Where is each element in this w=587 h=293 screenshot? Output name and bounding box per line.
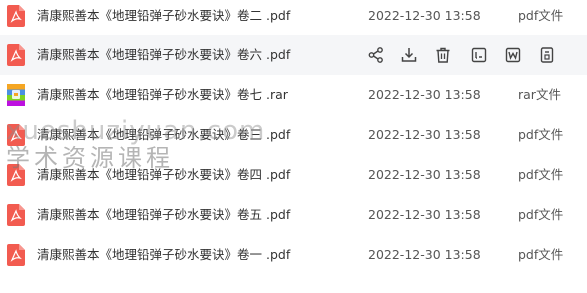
file-date: 2022-12-30 13:58	[368, 87, 481, 102]
file-date: 2022-12-30 13:58	[368, 207, 481, 222]
file-row[interactable]: 清康熙善本《地理铅弹子砂水要诀》卷二 .pdf 2022-12-30 13:58…	[0, 0, 587, 36]
file-row[interactable]: 清康熙善本《地理铅弹子砂水要诀》卷三 .pdf 2022-12-30 13:58…	[0, 115, 587, 155]
file-list: 清康熙善本《地理铅弹子砂水要诀》卷二 .pdf 2022-12-30 13:58…	[0, 0, 587, 293]
pdf-icon	[7, 244, 25, 266]
file-type: pdf文件	[518, 207, 564, 222]
file-date: 2022-12-30 13:58	[368, 247, 481, 262]
file-row-hovered[interactable]: 清康熙善本《地理铅弹子砂水要诀》卷六 .pdf	[0, 35, 587, 75]
pdf-icon	[7, 204, 25, 226]
file-row[interactable]: 清康熙善本《地理铅弹子砂水要诀》卷一 .pdf 2022-12-30 13:58…	[0, 235, 587, 275]
file-type: rar文件	[518, 87, 561, 102]
file-name[interactable]: 清康熙善本《地理铅弹子砂水要诀》卷五 .pdf	[37, 195, 290, 235]
file-row[interactable]: 清康熙善本《地理铅弹子砂水要诀》卷五 .pdf 2022-12-30 13:58…	[0, 195, 587, 235]
file-name[interactable]: 清康熙善本《地理铅弹子砂水要诀》卷四 .pdf	[37, 155, 290, 195]
pdf-icon	[7, 44, 25, 66]
delete-icon[interactable]	[434, 46, 452, 64]
pdf-icon	[7, 164, 25, 186]
file-name[interactable]: 清康熙善本《地理铅弹子砂水要诀》卷六 .pdf	[37, 35, 290, 75]
file-type: pdf文件	[518, 247, 564, 262]
file-type: pdf文件	[518, 8, 564, 23]
file-date: 2022-12-30 13:58	[368, 167, 481, 182]
pdf-icon	[7, 124, 25, 146]
file-row[interactable]: 清康熙善本《地理铅弹子砂水要诀》卷七 .rar 2022-12-30 13:58…	[0, 75, 587, 115]
download-icon[interactable]	[400, 46, 418, 64]
file-row[interactable]: 清康熙善本《地理铅弹子砂水要诀》卷四 .pdf 2022-12-30 13:58…	[0, 155, 587, 195]
file-name[interactable]: 清康熙善本《地理铅弹子砂水要诀》卷一 .pdf	[37, 235, 290, 275]
file-type: pdf文件	[518, 127, 564, 142]
file-date: 2022-12-30 13:58	[368, 127, 481, 142]
file-name[interactable]: 清康熙善本《地理铅弹子砂水要诀》卷七 .rar	[37, 75, 288, 115]
more-icon[interactable]	[538, 46, 556, 64]
pdf-icon	[7, 5, 25, 27]
file-date: 2022-12-30 13:58	[368, 8, 481, 23]
rename-icon[interactable]	[470, 46, 488, 64]
file-type: pdf文件	[518, 167, 564, 182]
share-icon[interactable]	[367, 46, 385, 64]
word-convert-icon[interactable]	[504, 46, 522, 64]
file-name[interactable]: 清康熙善本《地理铅弹子砂水要诀》卷二 .pdf	[37, 0, 290, 36]
file-name[interactable]: 清康熙善本《地理铅弹子砂水要诀》卷三 .pdf	[37, 115, 290, 155]
rar-icon	[7, 84, 25, 106]
